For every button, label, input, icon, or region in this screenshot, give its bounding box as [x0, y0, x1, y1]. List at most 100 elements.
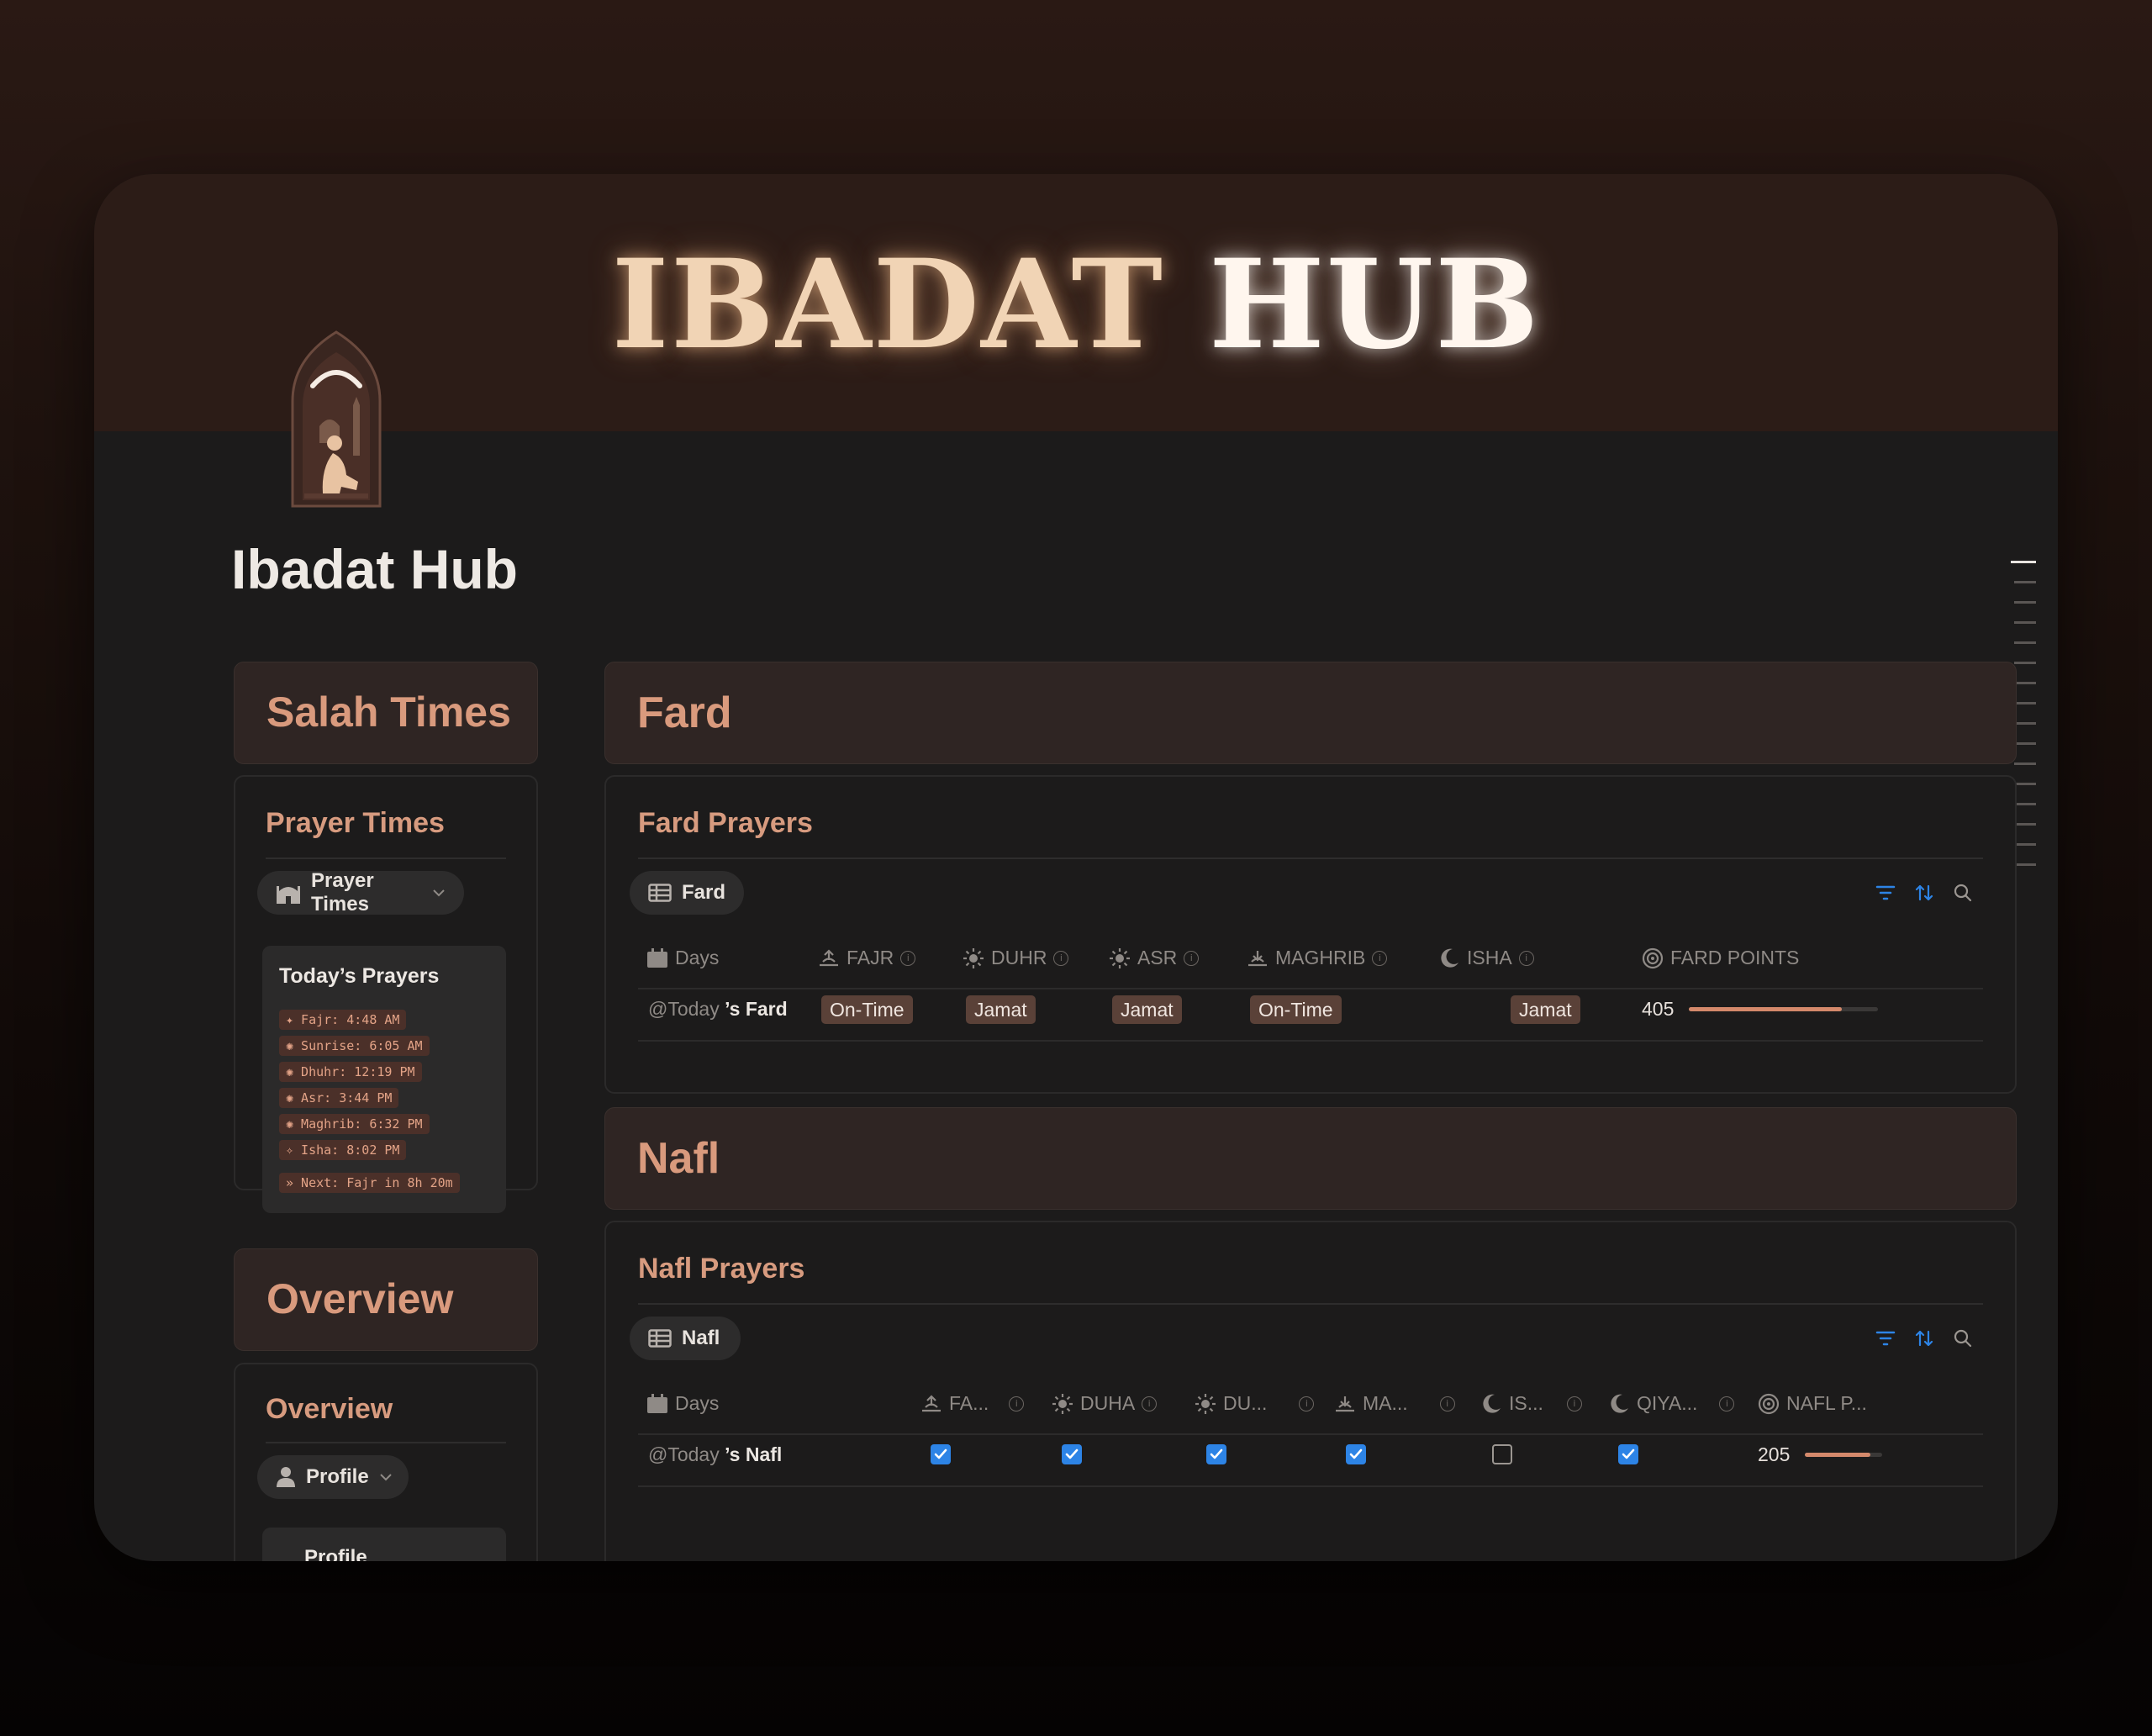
profile-card-label: Profile — [304, 1546, 367, 1561]
sunset-icon — [1336, 1396, 1354, 1411]
prayer-times-heading: Prayer Times — [266, 807, 445, 839]
nafl-row-day[interactable]: @Today ’s Nafl — [648, 1443, 782, 1466]
toc-line[interactable] — [2014, 783, 2036, 785]
checkbox-checked[interactable] — [931, 1444, 951, 1464]
col-header-du[interactable]: DU... i — [1195, 1392, 1315, 1415]
filter-icon[interactable] — [1875, 1330, 1896, 1347]
toc-line[interactable] — [2014, 762, 2036, 765]
info-icon[interactable]: i — [1299, 1396, 1315, 1411]
todays-prayers-title: Today’s Prayers — [279, 964, 440, 988]
today-mention[interactable]: @Today — [648, 998, 720, 1020]
fard-asr-status[interactable]: Jamat — [1112, 995, 1182, 1024]
toc-line[interactable] — [2014, 641, 2036, 644]
next-prayer-countdown: » Next: Fajr in 8h 20m — [279, 1173, 460, 1193]
fard-isha-status[interactable]: Jamat — [1511, 995, 1580, 1024]
toc-line[interactable] — [2014, 621, 2036, 624]
col-header-ma[interactable]: MA... i — [1334, 1392, 1455, 1415]
col-header-fa-nafl-visible[interactable]: FA... i — [920, 1392, 1025, 1415]
col-header-days[interactable]: Days — [646, 1392, 719, 1415]
toc-line[interactable] — [2014, 742, 2036, 745]
col-header-fa-label-text: FA... — [949, 1392, 989, 1414]
info-icon[interactable]: i — [1439, 1396, 1455, 1411]
profile-view-pill[interactable]: Profile — [257, 1455, 409, 1499]
fard-database-title: Fard Prayers — [638, 807, 813, 839]
info-icon[interactable]: i — [1566, 1396, 1582, 1411]
checkmark-icon — [1622, 1448, 1635, 1459]
col-header-duhr[interactable]: DUHR i — [963, 947, 1069, 969]
today-mention[interactable]: @Today — [648, 1443, 720, 1465]
col-header-isha[interactable]: ISHA i — [1438, 947, 1534, 969]
hero-word-hub: HUB — [1208, 233, 1541, 377]
notion-page-window: IBADAT HUB Ibadat Hub Salah Times Prayer… — [94, 174, 2058, 1561]
col-header-maghrib-label: MAGHRIB — [1275, 947, 1366, 968]
col-header-asr[interactable]: ASR i — [1109, 947, 1200, 969]
toc-line[interactable] — [2014, 601, 2036, 604]
prayer-times-view-pill[interactable]: Prayer Times — [257, 869, 464, 915]
checkbox-checked[interactable] — [1062, 1444, 1082, 1464]
col-header-is[interactable]: IS... i — [1480, 1392, 1582, 1415]
checkbox-unchecked[interactable] — [1492, 1444, 1512, 1464]
sunset-icon — [1248, 950, 1267, 966]
col-header-fajr-label: FAJR — [847, 947, 894, 968]
fard-maghrib-status[interactable]: On-Time — [1250, 995, 1342, 1024]
divider — [638, 857, 1983, 859]
info-icon[interactable]: i — [1719, 1396, 1735, 1411]
col-header-maghrib[interactable]: MAGHRIB i — [1247, 947, 1388, 969]
col-header-fajr[interactable]: FAJR i — [818, 947, 916, 969]
info-icon[interactable]: i — [1053, 950, 1069, 966]
sort-icon[interactable] — [1914, 883, 1934, 903]
fard-toolbar — [1875, 883, 1973, 903]
toc-line[interactable] — [2014, 843, 2036, 846]
checkbox-checked[interactable] — [1346, 1444, 1366, 1464]
toc-line-active[interactable] — [2011, 561, 2036, 563]
toc-line[interactable] — [2014, 682, 2036, 684]
col-header-days[interactable]: Days — [646, 947, 719, 969]
col-header-fard-points[interactable]: FARD POINTS — [1642, 947, 1799, 969]
mosque-prayer-icon[interactable] — [286, 325, 387, 510]
fard-duhr-status[interactable]: Jamat — [966, 995, 1036, 1024]
moon-icon — [1611, 1394, 1628, 1413]
nafl-points-bar-fill — [1805, 1453, 1871, 1457]
toc-line[interactable] — [2014, 803, 2036, 805]
fard-section-title: Fard — [637, 689, 732, 737]
col-header-nafl-points[interactable]: NAFL P... — [1758, 1392, 1867, 1415]
fard-row-day[interactable]: @Today ’s Fard — [648, 998, 788, 1021]
toc-line[interactable] — [2014, 662, 2036, 664]
row-divider — [638, 1433, 1983, 1435]
row-divider — [638, 1485, 1983, 1487]
col-header-qiya[interactable]: QIYA... i — [1608, 1392, 1735, 1415]
toc-line[interactable] — [2014, 722, 2036, 725]
divider — [266, 1442, 506, 1443]
toc-line[interactable] — [2014, 702, 2036, 704]
nafl-view-tab[interactable]: Nafl — [630, 1317, 741, 1360]
salah-times-callout: Salah Times — [234, 662, 538, 764]
overview-callout-title: Overview — [266, 1275, 454, 1322]
info-icon[interactable]: i — [1518, 950, 1534, 966]
nafl-section-title: Nafl — [637, 1134, 720, 1183]
toc-line[interactable] — [2014, 581, 2036, 583]
fard-view-tab[interactable]: Fard — [630, 871, 744, 915]
fard-row-suffix: ’s Fard — [725, 998, 788, 1020]
search-icon[interactable] — [1953, 1328, 1973, 1348]
fard-fajr-status[interactable]: On-Time — [821, 995, 913, 1024]
col-header-duha[interactable]: DUHA i — [1052, 1392, 1158, 1415]
info-icon[interactable]: i — [1372, 950, 1388, 966]
info-icon[interactable]: i — [900, 950, 916, 966]
sort-icon[interactable] — [1914, 1328, 1934, 1348]
nafl-database-title: Nafl Prayers — [638, 1253, 805, 1285]
info-icon[interactable]: i — [1184, 950, 1200, 966]
checkbox-checked[interactable] — [1206, 1444, 1226, 1464]
hero-title: IBADAT HUB — [94, 233, 2058, 377]
divider — [638, 1303, 1983, 1305]
toc-line[interactable] — [2014, 863, 2036, 866]
info-icon[interactable]: i — [1009, 1396, 1025, 1411]
toc-line[interactable] — [2014, 823, 2036, 826]
info-icon[interactable]: i — [1142, 1396, 1158, 1411]
search-icon[interactable] — [1953, 883, 1973, 903]
profile-card-partial[interactable]: Profile — [262, 1528, 506, 1561]
prayer-time-sunrise: ✺ Sunrise: 6:05 AM — [279, 1036, 430, 1056]
prayer-time-fajr: ✦ Fajr: 4:48 AM — [279, 1010, 407, 1030]
filter-icon[interactable] — [1875, 884, 1896, 901]
sunrise-icon — [820, 948, 838, 966]
checkbox-checked[interactable] — [1618, 1444, 1638, 1464]
